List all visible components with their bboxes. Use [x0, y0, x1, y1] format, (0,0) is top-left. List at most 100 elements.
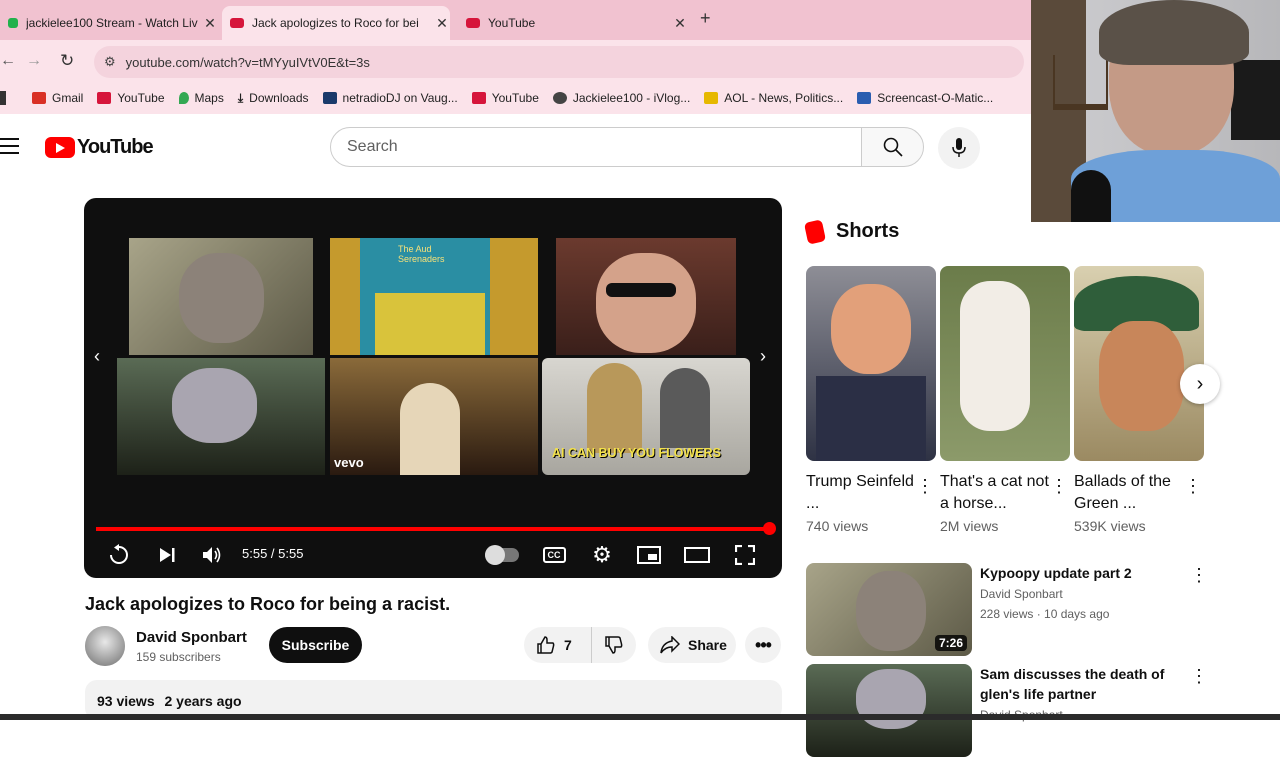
end-screen-video-5[interactable]: vevo [330, 358, 538, 475]
more-vertical-icon[interactable]: ⋮ [1190, 565, 1208, 586]
share-button[interactable]: Share [648, 627, 736, 663]
related-title: Kypoopy update part 2 [980, 565, 1132, 581]
short-thumbnail[interactable] [940, 266, 1070, 461]
bookmark-maps[interactable]: Maps [178, 91, 224, 105]
more-vertical-icon[interactable]: ⋮ [1184, 476, 1202, 497]
new-tab-button[interactable]: + [700, 8, 711, 29]
like-dislike-group: 7 [524, 627, 636, 663]
theater-mode-button[interactable] [682, 540, 712, 570]
site-info-icon[interactable]: ⚙ [104, 54, 116, 70]
address-bar[interactable]: ⚙ youtube.com/watch?v=tMYyuIVtV0E&t=3s [94, 46, 1024, 78]
miniplayer-button[interactable] [635, 540, 663, 570]
tab-strip: jackielee100 Stream - Watch Liv ✕ Jack a… [0, 0, 1031, 40]
dislike-button[interactable] [592, 627, 636, 663]
voice-search-button[interactable] [938, 127, 980, 169]
tab-title: YouTube [488, 16, 536, 30]
bookmark-gmail[interactable]: Gmail [32, 91, 83, 105]
back-icon[interactable]: ← [0, 52, 16, 70]
like-count: 7 [564, 637, 572, 653]
bookmark-youtube-2[interactable]: YouTube [471, 91, 539, 105]
next-video-button[interactable] [152, 540, 182, 570]
bookmark-youtube[interactable]: YouTube [97, 91, 165, 105]
bookmark-ivlog[interactable]: Jackielee100 - iVlog... [552, 91, 691, 105]
gear-icon: ⚙ [592, 542, 612, 567]
previous-arrow-icon[interactable]: ‹ [94, 346, 100, 367]
short-item[interactable]: Ballads of the Green ... 539K views ⋮ [1074, 266, 1204, 534]
tab-title: Jack apologizes to Roco for bei [252, 16, 419, 30]
microphone-icon [952, 138, 966, 157]
volume-button[interactable] [197, 540, 227, 570]
end-screen-video-1[interactable] [129, 238, 313, 355]
short-title: Trump Seinfeld ... [806, 473, 914, 512]
more-actions-button[interactable]: ••• [745, 627, 781, 663]
more-vertical-icon[interactable]: ⋮ [1050, 476, 1068, 497]
end-screen-video-6[interactable]: AI CAN BUY YOU FLOWERS [542, 358, 750, 475]
short-item[interactable]: Trump Seinfeld ... 740 views ⋮ [806, 266, 936, 534]
youtube-favicon-icon [466, 18, 480, 28]
captions-button[interactable]: CC [540, 540, 568, 570]
like-button[interactable]: 7 [524, 627, 592, 663]
fullscreen-button[interactable] [731, 540, 759, 570]
vevo-watermark: vevo [334, 455, 364, 470]
short-thumbnail[interactable] [1074, 266, 1204, 461]
close-tab-icon[interactable]: ✕ [672, 15, 688, 32]
video-player[interactable]: The Aud Serenaders vevo AI CAN BUY YOU F… [84, 198, 782, 578]
tab-title: jackielee100 Stream - Watch Liv [26, 16, 198, 30]
end-screen-video-3[interactable] [556, 238, 736, 355]
menu-icon[interactable] [0, 138, 19, 154]
related-thumbnail[interactable] [806, 664, 972, 757]
download-icon: ⤓ [237, 90, 244, 105]
shorts-next-button[interactable]: › [1180, 364, 1220, 404]
close-tab-icon[interactable]: ✕ [434, 15, 450, 32]
album-cover-text: The Aud Serenaders [398, 244, 445, 264]
apps-icon[interactable] [0, 91, 6, 105]
browser-tab-2[interactable]: Jack apologizes to Roco for bei ✕ [222, 6, 450, 40]
end-screen-video-2[interactable]: The Aud Serenaders [330, 238, 538, 355]
bookmark-label: YouTube [491, 91, 539, 105]
close-tab-icon[interactable]: ✕ [202, 15, 218, 32]
logo-text: YouTube [77, 136, 154, 158]
search-button[interactable] [861, 127, 924, 167]
shorts-title: Shorts [836, 220, 900, 242]
shorts-icon [803, 218, 827, 245]
related-channel: David Sponbart [980, 587, 1063, 601]
search-input[interactable]: Search [330, 127, 862, 167]
short-item[interactable]: That's a cat not a horse... 2M views ⋮ [940, 266, 1070, 534]
thumbs-up-icon [537, 636, 555, 654]
youtube-icon [97, 92, 112, 104]
next-arrow-icon[interactable]: › [760, 346, 766, 367]
end-screen-video-4[interactable] [117, 358, 325, 475]
browser-tab-1[interactable]: jackielee100 Stream - Watch Liv ✕ [0, 6, 218, 40]
more-horizontal-icon: ••• [755, 634, 772, 655]
bookmark-label: Maps [194, 91, 224, 105]
bookmark-downloads[interactable]: ⤓ Downloads [238, 91, 309, 106]
related-title: Sam discusses the death of glen's life p… [980, 666, 1165, 702]
ivlog-icon [552, 92, 567, 104]
youtube-logo[interactable]: YouTube [45, 136, 154, 159]
more-vertical-icon[interactable]: ⋮ [1190, 666, 1208, 687]
youtube-icon [471, 92, 486, 104]
reload-icon[interactable]: ↻ [60, 51, 74, 71]
related-thumbnail[interactable]: 7:26 [806, 563, 972, 656]
channel-name[interactable]: David Sponbart [136, 629, 247, 646]
browser-tab-3[interactable]: YouTube ✕ [458, 6, 688, 40]
replay-button[interactable] [104, 540, 134, 570]
bookmarks-bar: Gmail YouTube Maps ⤓ Downloads netradioDJ… [0, 82, 1031, 114]
bookmark-screencast[interactable]: Screencast-O-Matic... [857, 91, 993, 105]
subscribe-button[interactable]: Subscribe [269, 627, 362, 663]
short-views: 539K views [1074, 518, 1146, 534]
more-vertical-icon[interactable]: ⋮ [916, 476, 934, 497]
avatar[interactable] [85, 626, 125, 666]
settings-button[interactable]: ⚙ [588, 540, 616, 570]
scrubber-handle[interactable] [763, 522, 776, 535]
forward-icon[interactable]: → [26, 52, 42, 70]
shorts-heading: Shorts [803, 218, 900, 245]
bookmark-aol[interactable]: AOL - News, Politics... [704, 91, 843, 105]
miniplayer-icon [637, 546, 661, 564]
autoplay-toggle[interactable] [484, 540, 520, 570]
short-thumbnail[interactable] [806, 266, 936, 461]
taskbar-strip [0, 714, 1280, 720]
bookmark-label: Jackielee100 - iVlog... [572, 91, 691, 105]
progress-bar[interactable] [96, 522, 776, 535]
bookmark-vaughn[interactable]: netradioDJ on Vaug... [322, 91, 458, 105]
